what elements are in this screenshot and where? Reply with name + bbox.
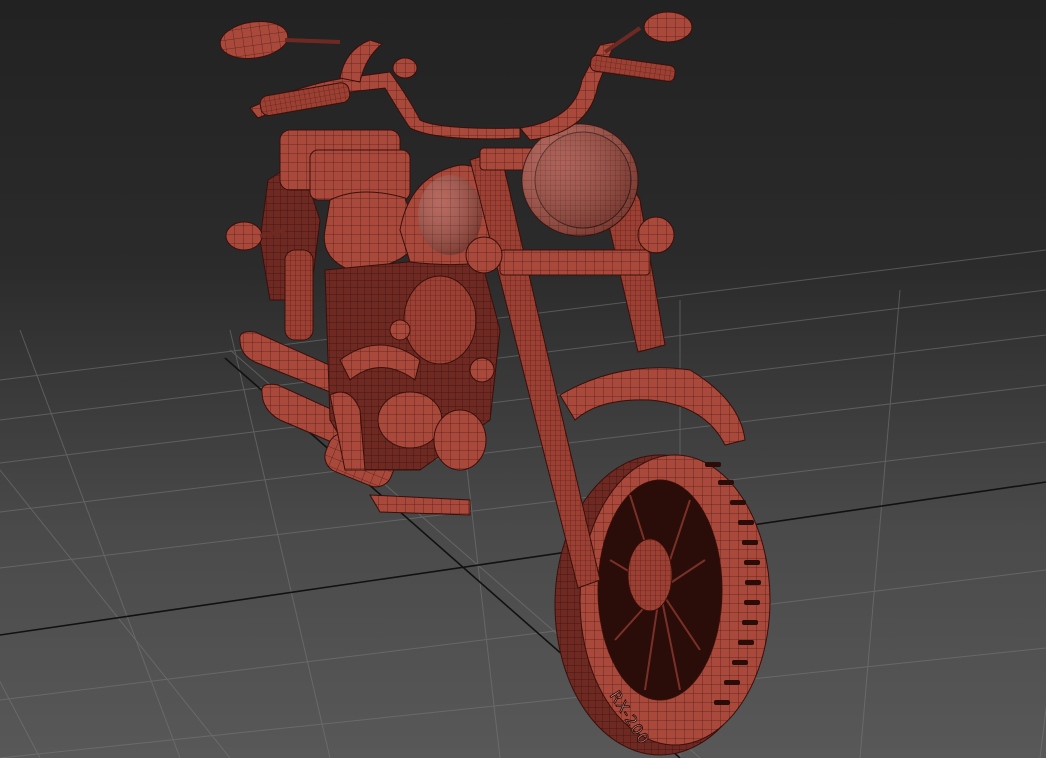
viewport-canvas[interactable]: RX-200 bbox=[0, 0, 1046, 758]
motorcycle-model[interactable]: RX-200 bbox=[218, 11, 771, 756]
3d-viewport[interactable]: RX-200 bbox=[0, 0, 1046, 758]
